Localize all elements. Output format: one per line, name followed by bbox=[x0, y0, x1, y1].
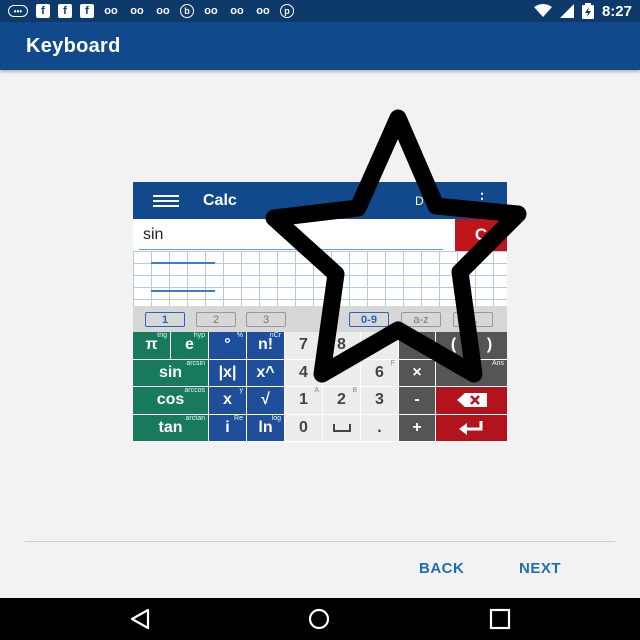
calc-input: sin bbox=[143, 226, 164, 243]
status-time: 8:27 bbox=[601, 2, 632, 20]
key-abs: |x| bbox=[209, 359, 246, 386]
calc-tab-2: 2 bbox=[196, 312, 236, 327]
page-title: Keyboard bbox=[26, 34, 121, 57]
key-3: 3 bbox=[361, 387, 398, 414]
status-bar-notifications: ••• f f f oo oo oo b oo oo oo p bbox=[8, 4, 294, 18]
calc-keyboard-tabs: 1 2 3 0-9 a-z … bbox=[133, 306, 507, 332]
b-icon: b bbox=[180, 4, 194, 18]
key-sqrt: √ bbox=[247, 387, 284, 414]
signal-icon bbox=[559, 4, 574, 18]
calc-tab-letters: a-z bbox=[401, 312, 441, 327]
key-e: e hyp bbox=[171, 332, 208, 359]
key-minus: - bbox=[399, 387, 435, 414]
enter-icon bbox=[436, 414, 507, 441]
status-bar-system: 8:27 bbox=[533, 2, 632, 20]
navigation-bar bbox=[0, 598, 640, 640]
calculator-preview: Calc D ⋮ sin C 1 2 3 0-9 a-z … π trig e hy… bbox=[133, 182, 507, 442]
key-sin: sin arcsin bbox=[133, 359, 208, 386]
calc-tab-1: 1 bbox=[145, 312, 185, 327]
key-0: 0 bbox=[285, 414, 322, 441]
message-icon: ••• bbox=[8, 5, 28, 17]
key-7: 7 bbox=[285, 332, 322, 359]
key-2: 2B bbox=[323, 387, 360, 414]
key-paren-open: ( bbox=[436, 332, 471, 359]
footer-divider bbox=[25, 541, 615, 542]
calc-input-row: sin bbox=[133, 219, 507, 251]
more-icon: ⋮ bbox=[475, 190, 489, 206]
link-icon: oo bbox=[156, 5, 170, 17]
backspace-icon bbox=[436, 387, 507, 414]
calc-keypad: π trig e hyp °% n! nCr 7 8 ( ) sin arcsin |x… bbox=[133, 332, 507, 442]
calc-tab-extra: … bbox=[453, 312, 493, 327]
key-paren-close: ) bbox=[472, 332, 507, 359]
screen: ••• f f f oo oo oo b oo oo oo p 8:27 Key… bbox=[0, 0, 640, 640]
key-power: x^ bbox=[247, 359, 284, 386]
key-ln: ln log bbox=[247, 414, 284, 441]
pinterest-icon: p bbox=[280, 4, 294, 18]
link-icon: oo bbox=[204, 5, 218, 17]
app-bar: Keyboard bbox=[0, 22, 640, 70]
key-factorial: n! nCr bbox=[247, 332, 284, 359]
back-nav-icon[interactable] bbox=[128, 608, 152, 630]
facebook-icon: f bbox=[58, 4, 72, 18]
link-icon: oo bbox=[130, 5, 144, 17]
key-divide bbox=[399, 332, 435, 359]
calc-angle-mode: D bbox=[415, 194, 424, 208]
calc-tab-3: 3 bbox=[246, 312, 286, 327]
key-8: 8 bbox=[323, 332, 360, 359]
wifi-icon bbox=[533, 4, 552, 17]
menu-icon bbox=[153, 194, 179, 207]
key-x: xy bbox=[209, 387, 246, 414]
recents-nav-icon[interactable] bbox=[488, 608, 512, 630]
battery-icon bbox=[581, 3, 594, 19]
calc-toolbar: Calc D ⋮ bbox=[133, 182, 507, 219]
link-icon: oo bbox=[256, 5, 270, 17]
key-1: 1A bbox=[285, 387, 322, 414]
key-decimal: . bbox=[361, 414, 398, 441]
next-button[interactable]: NEXT bbox=[519, 560, 561, 577]
facebook-icon: f bbox=[36, 4, 50, 18]
calc-tab-digits: 0-9 bbox=[349, 312, 389, 327]
key-pi: π trig bbox=[133, 332, 170, 359]
calc-input-underline bbox=[139, 249, 443, 250]
key-4: 4 bbox=[285, 359, 322, 386]
key-cos: cos arccos bbox=[133, 387, 208, 414]
calc-fraction-placeholder bbox=[151, 262, 215, 292]
status-bar: ••• f f f oo oo oo b oo oo oo p 8:27 bbox=[0, 0, 640, 22]
link-icon: oo bbox=[230, 5, 244, 17]
facebook-icon: f bbox=[80, 4, 94, 18]
key-5 bbox=[323, 359, 360, 386]
home-nav-icon[interactable] bbox=[307, 608, 331, 630]
key-tan: tan arctan bbox=[133, 414, 208, 441]
key-ans: Ans bbox=[436, 359, 507, 386]
key-i: i Re bbox=[209, 414, 246, 441]
calc-title: Calc bbox=[203, 191, 237, 209]
space-icon bbox=[323, 414, 360, 441]
key-degree: °% bbox=[209, 332, 246, 359]
back-button[interactable]: BACK bbox=[419, 560, 464, 577]
key-plus: + bbox=[399, 414, 435, 441]
calc-clear-button: C bbox=[455, 219, 507, 251]
key-times: × bbox=[399, 359, 435, 386]
key-9 bbox=[361, 332, 398, 359]
key-6: 6F bbox=[361, 359, 398, 386]
link-icon: oo bbox=[104, 5, 118, 17]
